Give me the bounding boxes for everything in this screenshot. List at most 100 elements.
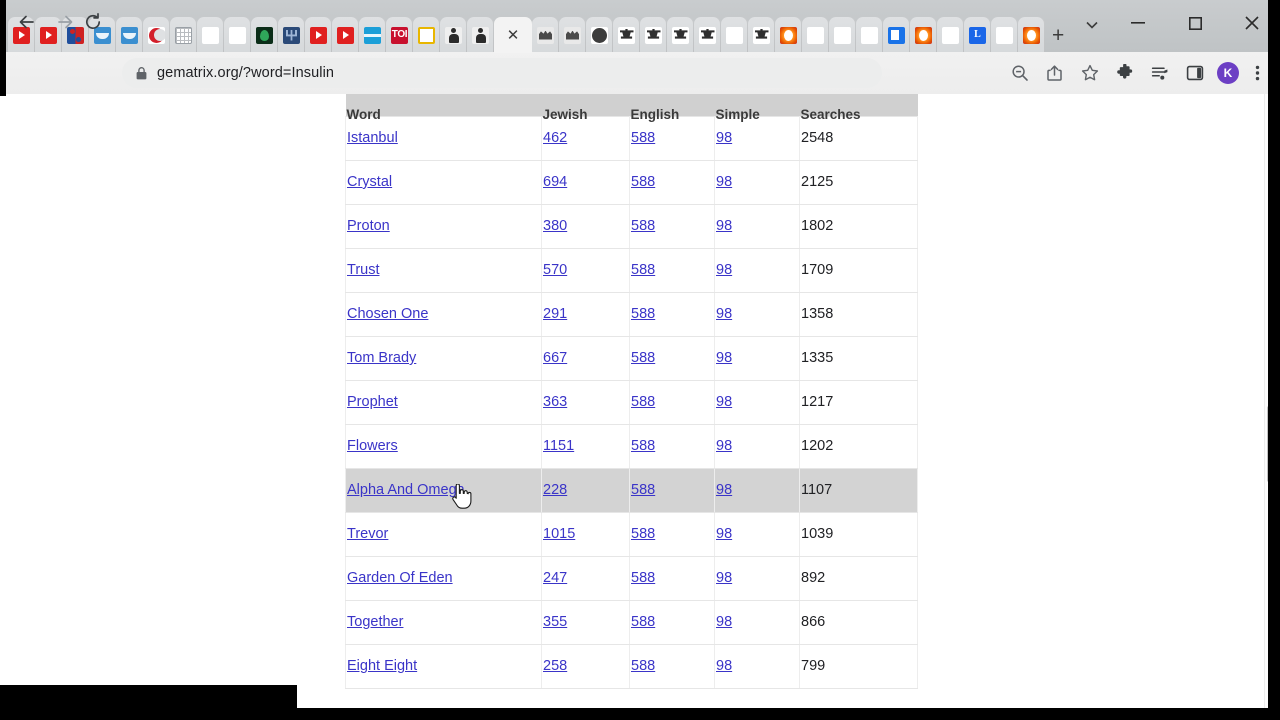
tab-youtube-3[interactable] bbox=[305, 17, 332, 53]
tab-yellow-box[interactable] bbox=[413, 17, 440, 53]
table-row[interactable]: Tom Brady 667 588 98 1335 bbox=[345, 335, 918, 381]
tab-wikipedia-3[interactable]: W bbox=[721, 17, 748, 53]
cell-simple[interactable]: 98 bbox=[714, 247, 800, 293]
cell-english-link[interactable]: 588 bbox=[631, 262, 655, 278]
table-column-header[interactable]: Jewish bbox=[541, 94, 630, 122]
cell-english-link[interactable]: 588 bbox=[631, 526, 655, 542]
reload-button[interactable] bbox=[80, 9, 106, 35]
cell-word[interactable]: Flowers bbox=[345, 423, 542, 469]
cell-word-link[interactable]: Crystal bbox=[347, 174, 392, 190]
cell-word[interactable]: Proton bbox=[345, 203, 542, 249]
tab-green-leaf[interactable] bbox=[251, 17, 278, 53]
cell-english-link[interactable]: 588 bbox=[631, 570, 655, 586]
cell-jewish[interactable]: 462 bbox=[541, 115, 630, 161]
table-row[interactable]: Chosen One 291 588 98 1358 bbox=[345, 291, 918, 337]
cell-english[interactable]: 588 bbox=[629, 467, 715, 513]
cell-english[interactable]: 588 bbox=[629, 247, 715, 293]
close-icon[interactable]: ✕ bbox=[507, 28, 520, 43]
minimize-button[interactable] bbox=[1110, 0, 1167, 46]
cell-jewish[interactable]: 228 bbox=[541, 467, 630, 513]
tab-wikipedia-1[interactable]: W bbox=[197, 17, 224, 53]
cell-simple[interactable]: 98 bbox=[714, 599, 800, 645]
cell-simple[interactable]: 98 bbox=[714, 643, 800, 689]
cell-jewish-link[interactable]: 462 bbox=[543, 130, 567, 146]
bookmark-button[interactable] bbox=[1077, 60, 1103, 86]
cell-simple-link[interactable]: 98 bbox=[716, 438, 732, 454]
cell-simple[interactable]: 98 bbox=[714, 115, 800, 161]
back-button[interactable] bbox=[14, 9, 40, 35]
cell-word-link[interactable]: Alpha And Omega bbox=[347, 482, 465, 498]
cell-jewish[interactable]: 1151 bbox=[541, 423, 630, 469]
cell-word[interactable]: Trevor bbox=[345, 511, 542, 557]
cell-jewish-link[interactable]: 667 bbox=[543, 350, 567, 366]
cell-simple-link[interactable]: 98 bbox=[716, 482, 732, 498]
tab-wave-2[interactable] bbox=[116, 17, 143, 53]
tab-ashoka-2[interactable] bbox=[640, 17, 667, 53]
tab-trident[interactable] bbox=[278, 17, 305, 53]
table-row[interactable]: Trevor 1015 588 98 1039 bbox=[345, 511, 918, 557]
tab-ashoka-3[interactable] bbox=[667, 17, 694, 53]
extensions-button[interactable] bbox=[1112, 60, 1138, 86]
cell-jewish-link[interactable]: 363 bbox=[543, 394, 567, 410]
cell-english-link[interactable]: 588 bbox=[631, 174, 655, 190]
cell-simple-link[interactable]: 98 bbox=[716, 658, 732, 674]
cell-simple[interactable]: 98 bbox=[714, 467, 800, 513]
cell-jewish[interactable]: 247 bbox=[541, 555, 630, 601]
tab-firefox-3[interactable] bbox=[1018, 17, 1045, 53]
tab-ashoka-1[interactable] bbox=[613, 17, 640, 53]
cell-word[interactable]: Alpha And Omega bbox=[345, 467, 542, 513]
forward-button[interactable] bbox=[52, 9, 78, 35]
cell-word[interactable]: Prophet bbox=[345, 379, 542, 425]
cell-simple-link[interactable]: 98 bbox=[716, 306, 732, 322]
cell-english-link[interactable]: 588 bbox=[631, 350, 655, 366]
side-panel-button[interactable] bbox=[1182, 60, 1208, 86]
table-row[interactable]: Flowers 1151 588 98 1202 bbox=[345, 423, 918, 469]
cell-word-link[interactable]: Trevor bbox=[347, 526, 388, 542]
table-column-header[interactable]: Word bbox=[345, 94, 542, 122]
tab-linkedin[interactable]: L bbox=[964, 17, 991, 53]
cell-jewish-link[interactable]: 258 bbox=[543, 658, 567, 674]
cell-simple-link[interactable]: 98 bbox=[716, 262, 732, 278]
cell-english[interactable]: 588 bbox=[629, 115, 715, 161]
tab-spreadsheet[interactable] bbox=[170, 17, 197, 53]
cell-english[interactable]: 588 bbox=[629, 203, 715, 249]
cell-english[interactable]: 588 bbox=[629, 555, 715, 601]
cell-english-link[interactable]: 588 bbox=[631, 438, 655, 454]
table-row[interactable]: Trust 570 588 98 1709 bbox=[345, 247, 918, 293]
cell-jewish[interactable]: 570 bbox=[541, 247, 630, 293]
tab-wikipedia-4[interactable]: W bbox=[802, 17, 829, 53]
cell-english-link[interactable]: 588 bbox=[631, 614, 655, 630]
cell-english-link[interactable]: 588 bbox=[631, 306, 655, 322]
table-column-header[interactable]: English bbox=[629, 94, 715, 122]
tab-emblem-1[interactable] bbox=[532, 17, 559, 53]
cell-simple[interactable]: 98 bbox=[714, 555, 800, 601]
maximize-button[interactable] bbox=[1167, 0, 1224, 46]
cell-simple-link[interactable]: 98 bbox=[716, 614, 732, 630]
cell-simple-link[interactable]: 98 bbox=[716, 130, 732, 146]
cell-word-link[interactable]: Trust bbox=[347, 262, 380, 278]
cell-english-link[interactable]: 588 bbox=[631, 394, 655, 410]
cell-jewish[interactable]: 1015 bbox=[541, 511, 630, 557]
cell-word[interactable]: Garden Of Eden bbox=[345, 555, 542, 601]
cell-english[interactable]: 588 bbox=[629, 159, 715, 205]
tab-ashoka-4[interactable] bbox=[694, 17, 721, 53]
tab-emblem-2[interactable] bbox=[559, 17, 586, 53]
cell-word-link[interactable]: Chosen One bbox=[347, 306, 428, 322]
cell-english-link[interactable]: 588 bbox=[631, 130, 655, 146]
cell-word-link[interactable]: Prophet bbox=[347, 394, 398, 410]
cell-word-link[interactable]: Garden Of Eden bbox=[347, 570, 453, 586]
tab-search-button[interactable] bbox=[1079, 14, 1105, 36]
cell-word-link[interactable]: Proton bbox=[347, 218, 390, 234]
cell-word-link[interactable]: Tom Brady bbox=[347, 350, 416, 366]
cell-word-link[interactable]: Flowers bbox=[347, 438, 398, 454]
tab-person-1[interactable] bbox=[440, 17, 467, 53]
cell-jewish-link[interactable]: 694 bbox=[543, 174, 567, 190]
cell-english-link[interactable]: 588 bbox=[631, 658, 655, 674]
table-row[interactable]: Proton 380 588 98 1802 bbox=[345, 203, 918, 249]
cell-word[interactable]: Tom Brady bbox=[345, 335, 542, 381]
cell-english[interactable]: 588 bbox=[629, 643, 715, 689]
cell-word[interactable]: Crystal bbox=[345, 159, 542, 205]
tab-wikipedia-7[interactable]: W bbox=[937, 17, 964, 53]
cell-jewish-link[interactable]: 355 bbox=[543, 614, 567, 630]
tab-wikipedia-5[interactable]: W bbox=[829, 17, 856, 53]
